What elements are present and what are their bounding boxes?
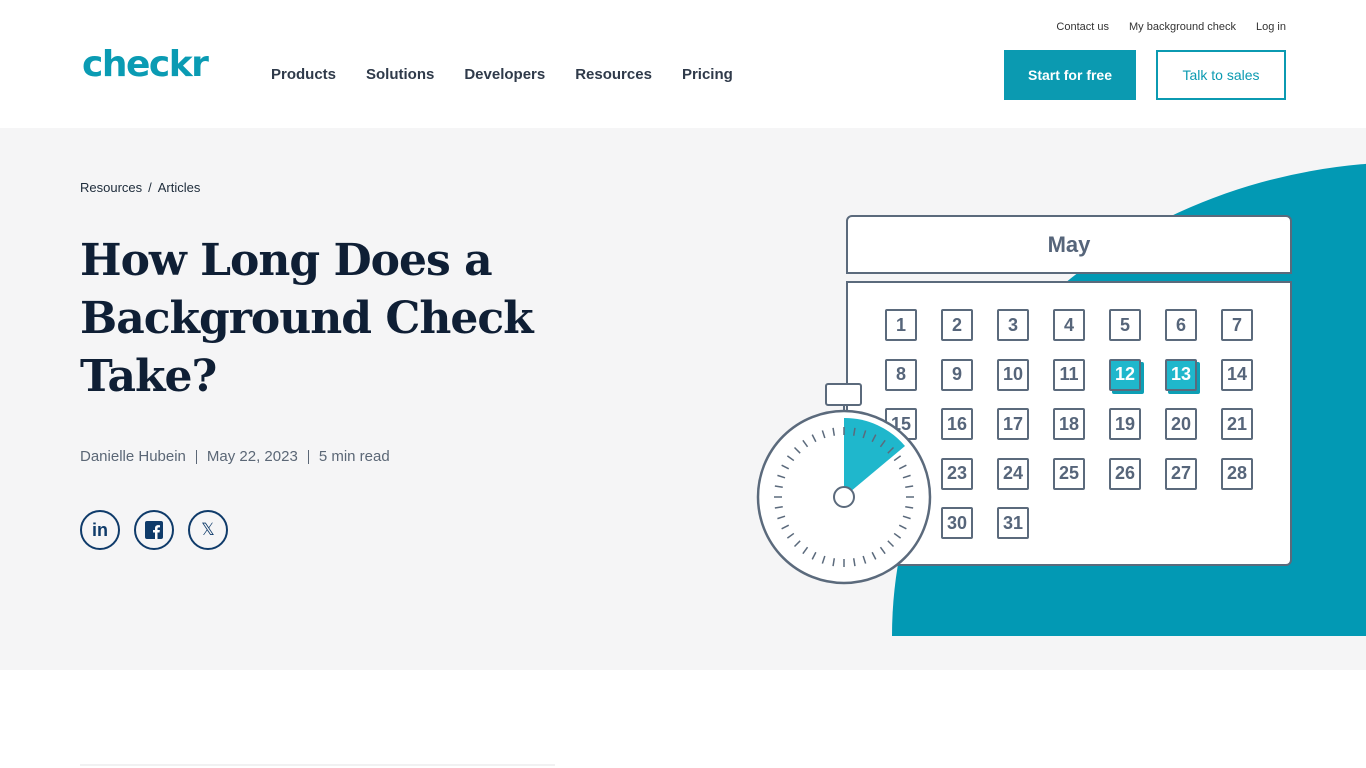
utility-nav: Contact us My background check Log in	[1056, 21, 1286, 33]
calendar-day: 18	[1053, 408, 1085, 440]
calendar-day: 21	[1221, 408, 1253, 440]
my-background-check-link[interactable]: My background check	[1129, 21, 1236, 33]
calendar-day: 5	[1109, 309, 1141, 341]
author: Danielle Hubein	[80, 448, 186, 465]
hero-section: Resources / Articles How Long Does a Backg…	[0, 128, 1366, 670]
calendar-day: 20	[1165, 408, 1197, 440]
calendar-day: 7	[1221, 309, 1253, 341]
calendar-day: 4	[1053, 309, 1085, 341]
calendar-day: 28	[1221, 457, 1253, 490]
calendar-day: 14	[1221, 358, 1253, 391]
calendar-day: 26	[1109, 457, 1141, 490]
calendar-day: 17	[997, 408, 1029, 440]
facebook-icon[interactable]	[134, 510, 174, 550]
stopwatch-icon	[756, 383, 932, 585]
calendar-day: 31	[997, 507, 1029, 539]
calendar-day: 3	[997, 309, 1029, 341]
nav-products[interactable]: Products	[271, 66, 336, 83]
calendar-day: 10	[997, 358, 1029, 391]
calendar-day: 11	[1053, 358, 1085, 391]
calendar-day: 12	[1109, 358, 1141, 391]
calendar-day: 27	[1165, 457, 1197, 490]
article-meta: Danielle Hubein May 22, 2023 5 min read	[80, 448, 390, 465]
social-share: in 𝕏	[80, 510, 228, 550]
nav-pricing[interactable]: Pricing	[682, 66, 733, 83]
log-in-link[interactable]: Log in	[1256, 21, 1286, 33]
calendar-day: 19	[1109, 408, 1141, 440]
nav-resources[interactable]: Resources	[575, 66, 652, 83]
talk-to-sales-button[interactable]: Talk to sales	[1156, 50, 1286, 100]
nav-developers[interactable]: Developers	[464, 66, 545, 83]
start-for-free-button[interactable]: Start for free	[1004, 50, 1136, 100]
calendar-day: 6	[1165, 309, 1197, 341]
linkedin-icon[interactable]: in	[80, 510, 120, 550]
calendar-day: 13	[1165, 358, 1197, 391]
page-title: How Long Does a Background Check Take?	[80, 235, 534, 402]
calendar-day: 23	[941, 457, 973, 490]
calendar-day: 1	[885, 309, 917, 341]
checkr-logo[interactable]: checkr	[82, 44, 209, 85]
breadcrumb-resources[interactable]: Resources	[80, 180, 142, 195]
calendar-day: 9	[941, 358, 973, 391]
calendar-day: 2	[941, 309, 973, 341]
x-icon[interactable]: 𝕏	[188, 510, 228, 550]
contact-us-link[interactable]: Contact us	[1056, 21, 1109, 33]
read-time: 5 min read	[318, 448, 390, 465]
divider	[80, 764, 555, 766]
main-nav: Products Solutions Developers Resources …	[271, 66, 733, 83]
calendar-month: May	[846, 215, 1292, 274]
breadcrumb-articles[interactable]: Articles	[158, 180, 201, 195]
publish-date: May 22, 2023	[206, 448, 298, 465]
nav-solutions[interactable]: Solutions	[366, 66, 434, 83]
calendar-day: 30	[941, 507, 973, 539]
calendar-day: 16	[941, 408, 973, 440]
breadcrumb: Resources / Articles	[80, 180, 201, 195]
calendar-day: 24	[997, 457, 1029, 490]
calendar-day: 25	[1053, 457, 1085, 490]
